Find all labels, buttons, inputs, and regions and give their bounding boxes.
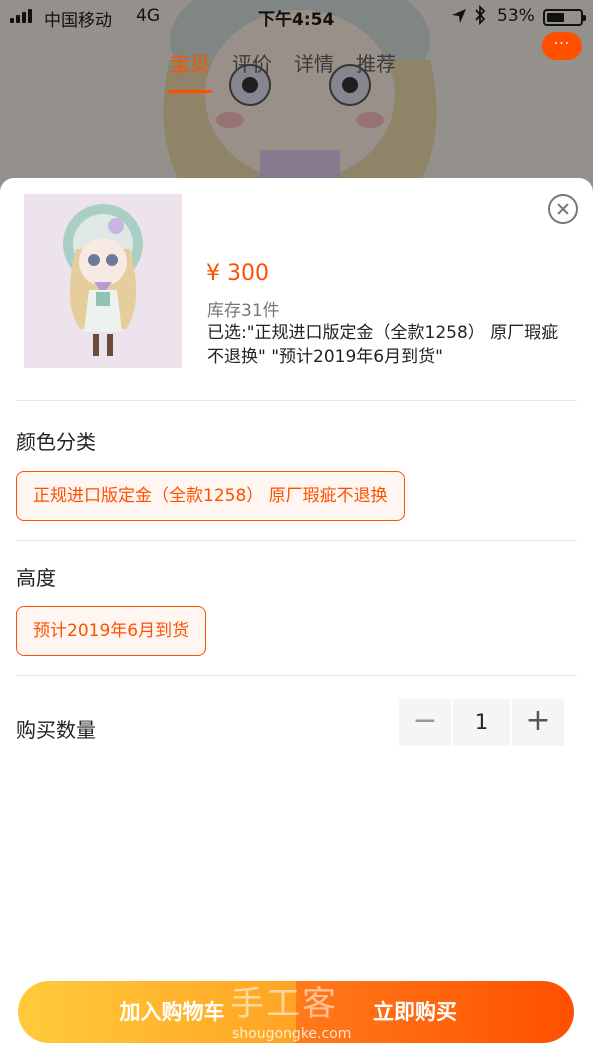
quantity-input[interactable]: 1: [453, 699, 510, 746]
watermark-url: shougongke.com: [232, 1026, 352, 1042]
watermark-logo: 手工客: [230, 984, 338, 1024]
product-tabs: 宝贝 评价 详情 推荐: [168, 48, 396, 93]
more-menu-button[interactable]: ···: [542, 32, 582, 60]
tab-details[interactable]: 详情: [294, 48, 334, 77]
battery-percent: 53%: [497, 6, 535, 26]
color-section-title: 颜色分类: [16, 430, 96, 454]
carrier-name: 中国移动: [44, 11, 112, 31]
selected-options: 已选:"正规进口版定金（全款1258） 原厂瑕疵不退换" "预计2019年6月到…: [207, 323, 559, 367]
network-type: 4G: [136, 6, 160, 26]
tab-reviews[interactable]: 评价: [232, 48, 272, 77]
battery-icon: [543, 9, 586, 26]
color-option-chip[interactable]: 正规进口版定金（全款1258） 原厂瑕疵不退换: [16, 471, 405, 521]
divider: [16, 540, 577, 541]
clock: 下午4:54: [258, 10, 335, 30]
bluetooth-icon: [474, 4, 486, 30]
stock-count: 库存31件: [207, 301, 280, 321]
quantity-stepper: − 1 +: [399, 699, 566, 746]
status-bar: 中国移动 4G 下午4:54 53%: [0, 0, 593, 34]
close-icon[interactable]: [548, 194, 578, 224]
increase-quantity-button[interactable]: +: [512, 699, 564, 746]
tab-baobei[interactable]: 宝贝: [168, 48, 212, 93]
height-option-chip[interactable]: 预计2019年6月到货: [16, 606, 207, 656]
divider: [16, 675, 577, 676]
product-price: ¥ 300: [206, 261, 269, 286]
signal-icon: [10, 9, 32, 23]
sku-selector-sheet: ¥ 300 库存31件 已选:"正规进口版定金（全款1258） 原厂瑕疵不退换"…: [0, 178, 593, 1055]
decrease-quantity-button[interactable]: −: [399, 699, 451, 746]
location-icon: [451, 8, 467, 29]
quantity-label: 购买数量: [16, 718, 96, 742]
product-thumbnail: [24, 194, 182, 368]
divider: [16, 400, 577, 401]
height-section-title: 高度: [16, 566, 56, 590]
tab-recommend[interactable]: 推荐: [356, 48, 396, 77]
